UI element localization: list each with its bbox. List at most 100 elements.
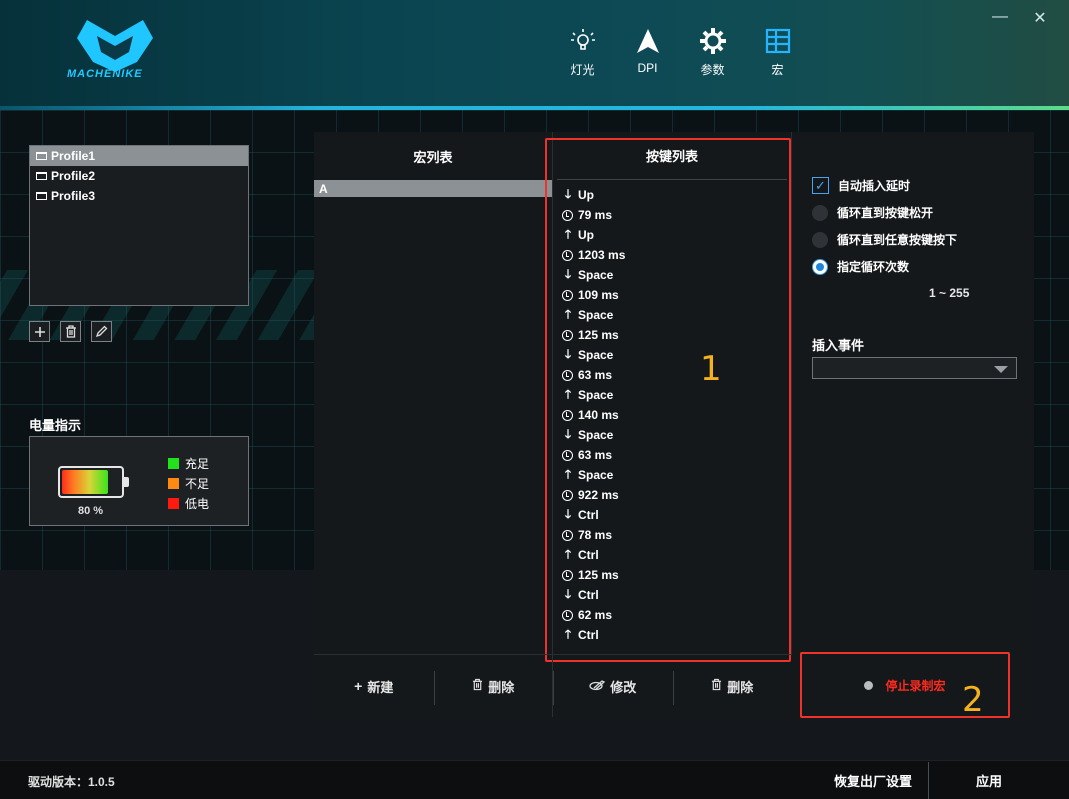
- loop-count-radio[interactable]: 指定循环次数: [812, 253, 1022, 280]
- profile-item[interactable]: Profile3: [30, 186, 248, 206]
- battery-level-fill: [62, 470, 109, 494]
- key-event-delay[interactable]: 140 ms: [561, 405, 791, 425]
- key-event-text: 78 ms: [578, 528, 613, 542]
- delete-key-button[interactable]: 删除: [672, 655, 793, 717]
- folder-icon: [36, 172, 47, 180]
- profile-item[interactable]: Profile1: [30, 146, 248, 166]
- record-dot-icon: [864, 680, 874, 690]
- battery-icon: [58, 466, 129, 498]
- key-event-release[interactable]: 🡑 Ctrl: [561, 625, 791, 645]
- add-profile-button[interactable]: [29, 321, 50, 342]
- delete-macro-button[interactable]: 删除: [433, 655, 554, 717]
- app-header: MACHENIKE 灯光 DPI 参数 宏 — ✕: [0, 0, 1069, 110]
- loop-until-release-label: 循环直到按键松开: [837, 206, 934, 220]
- modify-key-button[interactable]: 修改: [553, 655, 673, 717]
- status-divider: [928, 762, 929, 799]
- minimize-button[interactable]: —: [990, 8, 1010, 28]
- key-event-press[interactable]: 🡓 Space: [561, 425, 791, 445]
- arrow-up-icon: 🡑: [564, 386, 572, 401]
- key-event-delay[interactable]: 79 ms: [561, 205, 791, 225]
- key-event-delay[interactable]: 109 ms: [561, 285, 791, 305]
- apply-button[interactable]: 应用: [976, 762, 1002, 799]
- new-macro-label: 新建: [367, 679, 394, 695]
- key-event-press[interactable]: 🡓 Up: [561, 185, 791, 205]
- key-event-delay[interactable]: 1203 ms: [561, 245, 791, 265]
- battery-terminal: [124, 477, 129, 487]
- tab-macro[interactable]: 宏: [745, 25, 810, 78]
- key-event-text: 62 ms: [578, 608, 613, 622]
- insert-event-dropdown[interactable]: [812, 357, 1017, 379]
- arrow-up-icon: 🡑: [564, 306, 572, 321]
- loop-until-release-radio[interactable]: 循环直到按键松开: [812, 199, 1022, 226]
- key-event-release[interactable]: 🡑 Up: [561, 225, 791, 245]
- trash-icon: [65, 325, 76, 338]
- loop-until-any-key-label: 循环直到任意按键按下: [837, 233, 958, 247]
- key-event-release[interactable]: 🡑 Space: [561, 465, 791, 485]
- trash-icon: [711, 678, 722, 694]
- key-event-release[interactable]: 🡑 Space: [561, 385, 791, 405]
- legend-item: 不足: [168, 473, 209, 493]
- macro-footer-toolbar: + 新建 删除 修改 删除: [314, 654, 792, 717]
- edit-icon: [589, 678, 606, 694]
- key-event-text: 63 ms: [578, 368, 613, 382]
- clock-icon: [562, 449, 573, 461]
- tab-dpi[interactable]: DPI: [615, 25, 680, 78]
- battery-percent: 80 %: [78, 505, 104, 517]
- key-event-press[interactable]: 🡓 Space: [561, 265, 791, 285]
- key-event-text: 140 ms: [578, 408, 619, 422]
- clock-icon: [562, 489, 573, 501]
- key-event-delay[interactable]: 63 ms: [561, 365, 791, 385]
- key-event-delay[interactable]: 125 ms: [561, 325, 791, 345]
- key-list: 按键列表 🡓 Up 79 ms 🡑 Up 1203 ms 🡓 Space 109 ms 🡑 Spac…: [552, 132, 792, 654]
- radio-off-icon: [812, 231, 828, 248]
- tab-lighting[interactable]: 灯光: [550, 25, 615, 78]
- clock-icon: [562, 369, 573, 381]
- clock-icon: [562, 329, 573, 341]
- auto-insert-delay-checkbox[interactable]: ✓ 自动插入延时: [812, 172, 1022, 199]
- trash-icon: [472, 678, 483, 694]
- new-macro-button[interactable]: + 新建: [314, 655, 434, 717]
- arrow-up-icon: 🡑: [564, 626, 572, 641]
- chevron-down-icon: [994, 366, 1008, 373]
- tab-macro-label: 宏: [771, 63, 784, 77]
- key-event-release[interactable]: 🡑 Ctrl: [561, 545, 791, 565]
- rename-profile-button[interactable]: [91, 321, 112, 342]
- arrow-down-icon: 🡓: [564, 186, 572, 201]
- profile-name: Profile3: [51, 189, 96, 203]
- profile-list: Profile1 Profile2 Profile3: [29, 145, 249, 306]
- insert-event-label: 插入事件: [812, 338, 865, 353]
- profile-name: Profile1: [51, 149, 96, 163]
- key-event-text: 79 ms: [578, 208, 613, 222]
- arrow-down-icon: 🡓: [564, 426, 572, 441]
- loop-until-any-key-radio[interactable]: 循环直到任意按键按下: [812, 226, 1022, 253]
- key-event-delay[interactable]: 62 ms: [561, 605, 791, 625]
- tab-parameters[interactable]: 参数: [680, 25, 745, 78]
- macro-list-item[interactable]: A: [314, 180, 552, 197]
- legend-label: 充足: [185, 456, 210, 471]
- profile-item[interactable]: Profile2: [30, 166, 248, 186]
- clock-icon: [562, 569, 573, 581]
- driver-version: 驱动版本：1.0.5: [28, 775, 115, 789]
- key-event-release[interactable]: 🡑 Space: [561, 305, 791, 325]
- arrow-up-icon: 🡑: [564, 466, 572, 481]
- grid-table-icon: [745, 25, 810, 57]
- delete-profile-button[interactable]: [60, 321, 81, 342]
- legend-label: 低电: [185, 496, 210, 511]
- profile-name: Profile2: [51, 169, 96, 183]
- key-event-text: 922 ms: [578, 488, 619, 502]
- arrow-pointer-icon: [615, 25, 680, 57]
- lightbulb-icon: [550, 25, 615, 57]
- close-button[interactable]: ✕: [1030, 8, 1050, 28]
- loop-count-label: 指定循环次数: [837, 260, 910, 274]
- key-event-delay[interactable]: 63 ms: [561, 445, 791, 465]
- delete-macro-label: 删除: [488, 679, 515, 695]
- key-event-delay[interactable]: 78 ms: [561, 525, 791, 545]
- key-event-press[interactable]: 🡓 Space: [561, 345, 791, 365]
- key-event-press[interactable]: 🡓 Ctrl: [561, 585, 791, 605]
- key-event-text: 125 ms: [578, 568, 619, 582]
- key-event-delay[interactable]: 922 ms: [561, 485, 791, 505]
- key-event-press[interactable]: 🡓 Ctrl: [561, 505, 791, 525]
- key-event-delay[interactable]: 125 ms: [561, 565, 791, 585]
- key-event-text: 63 ms: [578, 448, 613, 462]
- factory-reset-button[interactable]: 恢复出厂设置: [834, 762, 912, 799]
